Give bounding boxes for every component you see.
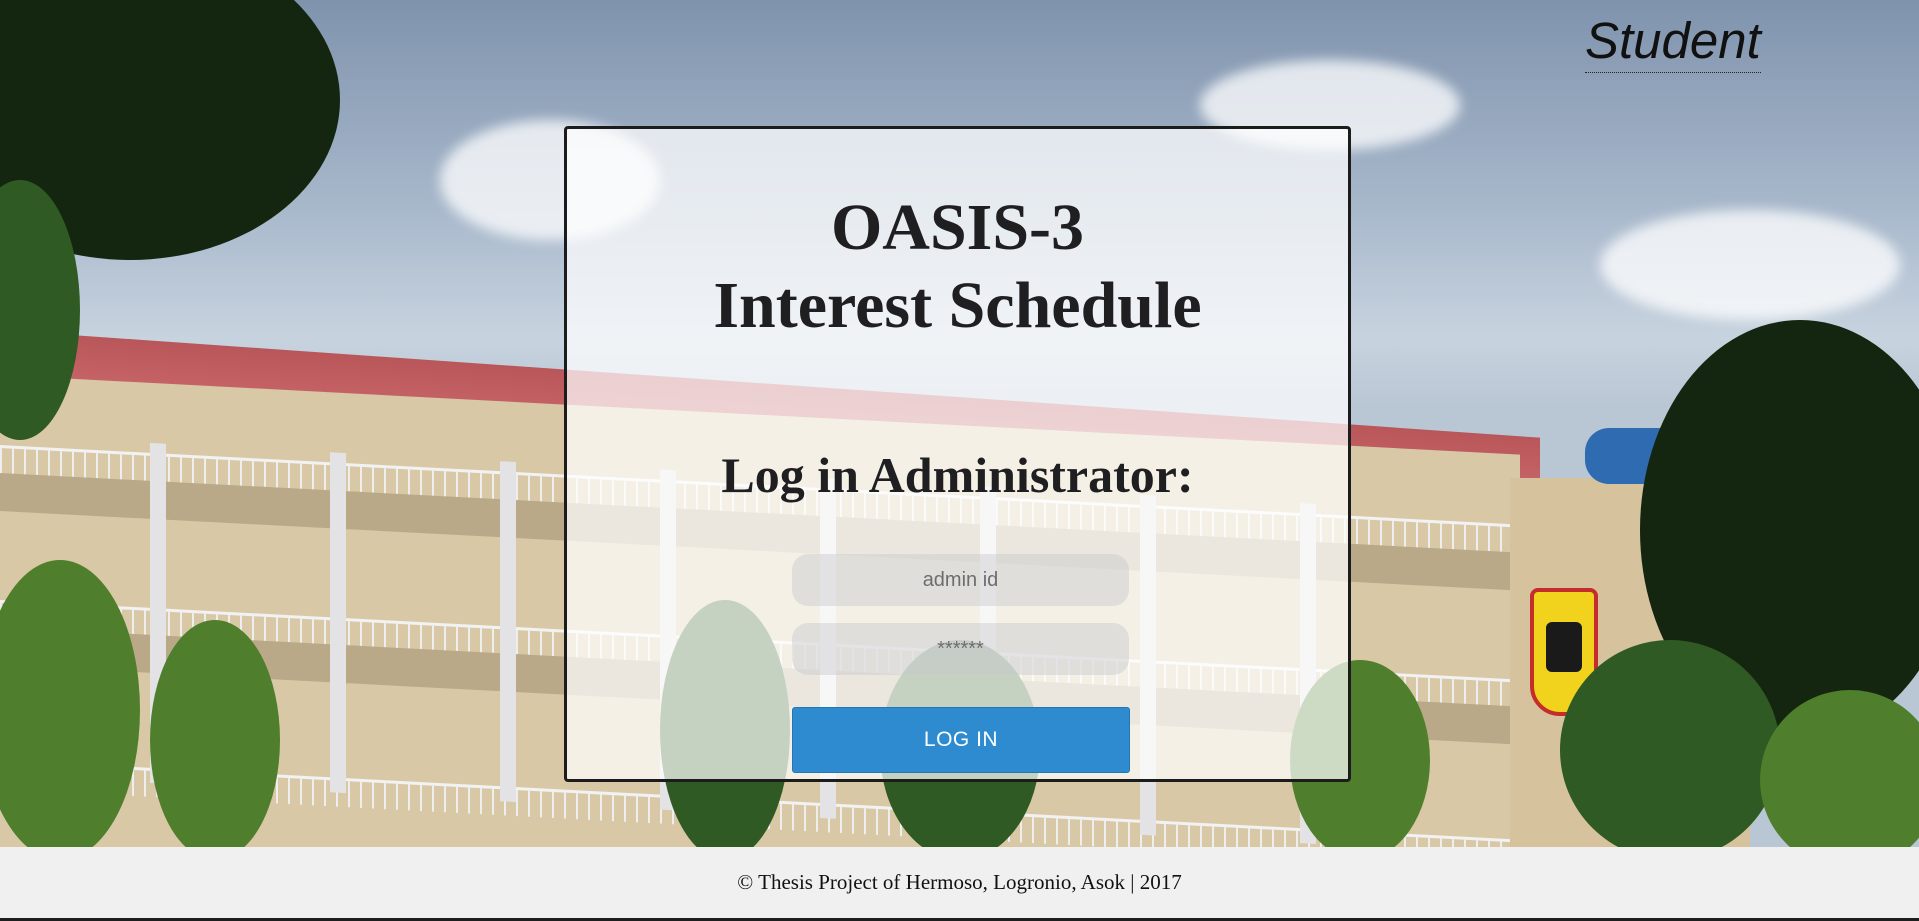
cloud [1600,210,1900,320]
login-button[interactable]: LOG IN [792,707,1130,773]
tree [150,620,280,847]
login-page: Student OASIS-3 Interest Schedule Log in… [0,0,1919,921]
admin-id-input[interactable] [792,554,1129,606]
footer: © Thesis Project of Hermoso, Logronio, A… [0,847,1919,921]
title-line-1: OASIS-3 [830,191,1085,264]
pillar [500,461,516,803]
tree [1560,640,1780,847]
pillar [330,452,346,794]
page-title: OASIS-3 Interest Schedule [567,189,1348,345]
login-subtitle: Log in Administrator: [721,447,1194,503]
login-panel: OASIS-3 Interest Schedule Log in Adminis… [564,126,1351,782]
title-line-2: Interest Schedule [713,269,1202,342]
footer-copyright: © Thesis Project of Hermoso, Logronio, A… [737,870,1182,894]
student-link[interactable]: Student [1585,12,1761,73]
password-input[interactable] [792,623,1129,675]
